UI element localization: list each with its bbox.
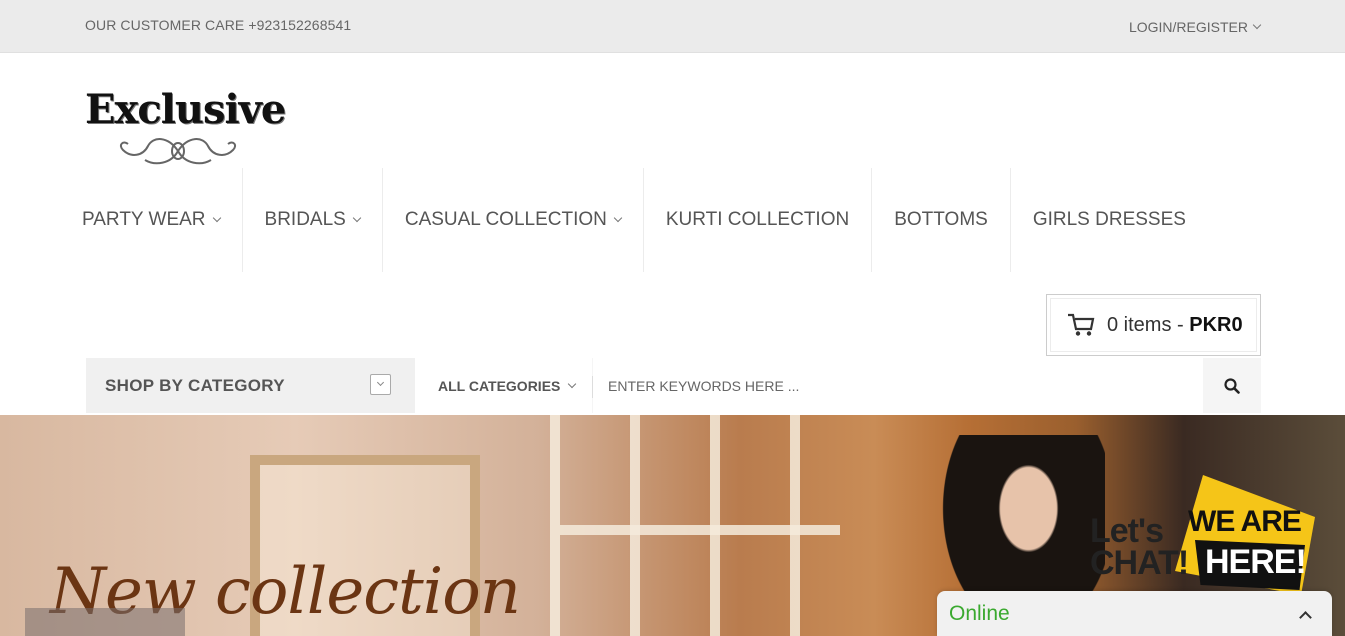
nav-item-girls-dresses[interactable]: GIRLS DRESSES	[1009, 168, 1208, 272]
nav-item-bottoms[interactable]: BOTTOMS	[871, 168, 1010, 272]
chevron-down-icon	[568, 379, 577, 388]
login-register-label: LOGIN/REGISTER	[1128, 19, 1248, 35]
nav-item-bridals[interactable]: BRIDALS	[241, 168, 382, 272]
chevron-down-icon	[376, 378, 385, 387]
shop-by-category-label: SHOP BY CATEGORY	[105, 376, 285, 395]
chevron-down-icon	[1252, 20, 1262, 30]
nav-item-party-wear[interactable]: PARTY WEAR	[60, 168, 242, 272]
chat-badge[interactable]: Let's CHAT! WE ARE HERE!	[1090, 470, 1325, 600]
shop-by-category[interactable]: SHOP BY CATEGORY	[86, 358, 415, 413]
chevron-down-icon	[352, 213, 362, 223]
banner-overlay	[25, 608, 185, 636]
nav-item-label: BRIDALS	[264, 209, 346, 230]
chat-badge-chat: CHAT!	[1090, 544, 1189, 582]
logo-ornament-icon	[119, 138, 237, 165]
cart-button[interactable]: 0 items - PKR0	[1050, 298, 1257, 352]
chat-widget-bar[interactable]: Online	[937, 591, 1332, 636]
nav-item-casual-collection[interactable]: CASUAL COLLECTION	[381, 168, 643, 272]
nav-item-label: KURTI COLLECTION	[665, 209, 850, 230]
category-toggle-button[interactable]	[370, 374, 391, 395]
top-bar: OUR CUSTOMER CARE +923152268541 LOGIN/RE…	[0, 0, 1345, 53]
category-select-value: ALL CATEGORIES	[438, 377, 561, 394]
search-icon	[1224, 377, 1240, 394]
cart-icon	[1068, 313, 1095, 336]
chevron-up-icon[interactable]	[1299, 611, 1312, 624]
search-bar: ALL CATEGORIES	[415, 358, 1261, 413]
cart-widget[interactable]: 0 items - PKR0	[1046, 294, 1261, 356]
chat-badge-here: HERE!	[1205, 543, 1307, 581]
main-nav: PARTY WEAR BRIDALS CASUAL COLLECTION KUR…	[60, 168, 1208, 272]
cart-separator: -	[1171, 313, 1190, 336]
chat-badge-lets-chat: Let's CHAT!	[1090, 514, 1189, 582]
search-button[interactable]	[1203, 358, 1261, 413]
cart-total: PKR0	[1189, 313, 1243, 336]
nav-item-label: BOTTOMS	[894, 209, 988, 230]
customer-care-text: OUR CUSTOMER CARE +923152268541	[85, 17, 352, 33]
login-register-link[interactable]: LOGIN/REGISTER	[1128, 19, 1262, 35]
chevron-down-icon	[613, 213, 623, 223]
search-input[interactable]	[593, 358, 1203, 413]
cart-item-count: 0 items	[1107, 313, 1172, 336]
banner-window-bar	[560, 525, 840, 535]
nav-item-label: PARTY WEAR	[82, 209, 206, 230]
chat-badge-we-are: WE ARE	[1188, 505, 1302, 538]
chevron-down-icon	[212, 213, 221, 223]
category-select[interactable]: ALL CATEGORIES	[415, 358, 592, 413]
nav-item-label: CASUAL COLLECTION	[404, 209, 607, 230]
logo-text: Exclusive	[85, 86, 286, 133]
nav-item-kurti-collection[interactable]: KURTI COLLECTION	[642, 168, 871, 272]
nav-item-label: GIRLS DRESSES	[1032, 209, 1186, 230]
cart-summary: 0 items - PKR0	[1107, 314, 1243, 337]
site-logo[interactable]: Exclusive	[85, 86, 286, 170]
chat-status: Online	[949, 602, 1010, 625]
